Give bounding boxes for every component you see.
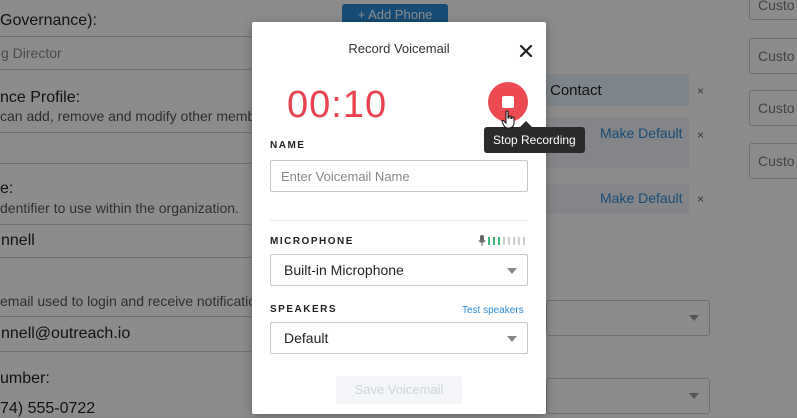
recording-timer: 00:10 <box>287 84 388 126</box>
microphone-select-value: Built-in Microphone <box>284 262 404 278</box>
test-speakers-link[interactable]: Test speakers <box>462 305 524 316</box>
microphone-select[interactable]: Built-in Microphone <box>270 254 528 286</box>
meter-bar <box>493 237 495 245</box>
section-divider <box>270 220 528 221</box>
chevron-down-icon <box>507 268 517 274</box>
voicemail-name-input[interactable] <box>270 160 528 192</box>
name-label: NAME <box>270 140 306 151</box>
close-icon[interactable] <box>519 44 533 58</box>
meter-bar <box>523 237 525 245</box>
stop-icon <box>502 96 514 108</box>
meter-bar <box>513 237 515 245</box>
meter-bar <box>508 237 510 245</box>
modal-title: Record Voicemail <box>348 41 450 56</box>
save-voicemail-button[interactable]: Save Voicemail <box>336 376 462 404</box>
meter-bar <box>518 237 520 245</box>
chevron-down-icon <box>507 336 517 342</box>
record-voicemail-modal: Record Voicemail 00:10 Stop Recording NA… <box>252 22 585 414</box>
stop-recording-tooltip: Stop Recording <box>484 127 585 153</box>
meter-bar <box>498 237 500 245</box>
meter-bar <box>503 237 505 245</box>
speakers-select[interactable]: Default <box>270 322 528 354</box>
microphone-icon <box>478 235 486 246</box>
speakers-label: SPEAKERS <box>270 304 338 315</box>
microphone-label: MICROPHONE <box>270 236 354 247</box>
hand-cursor-icon <box>501 110 517 135</box>
speakers-select-value: Default <box>284 330 329 346</box>
meter-bar <box>488 237 490 245</box>
